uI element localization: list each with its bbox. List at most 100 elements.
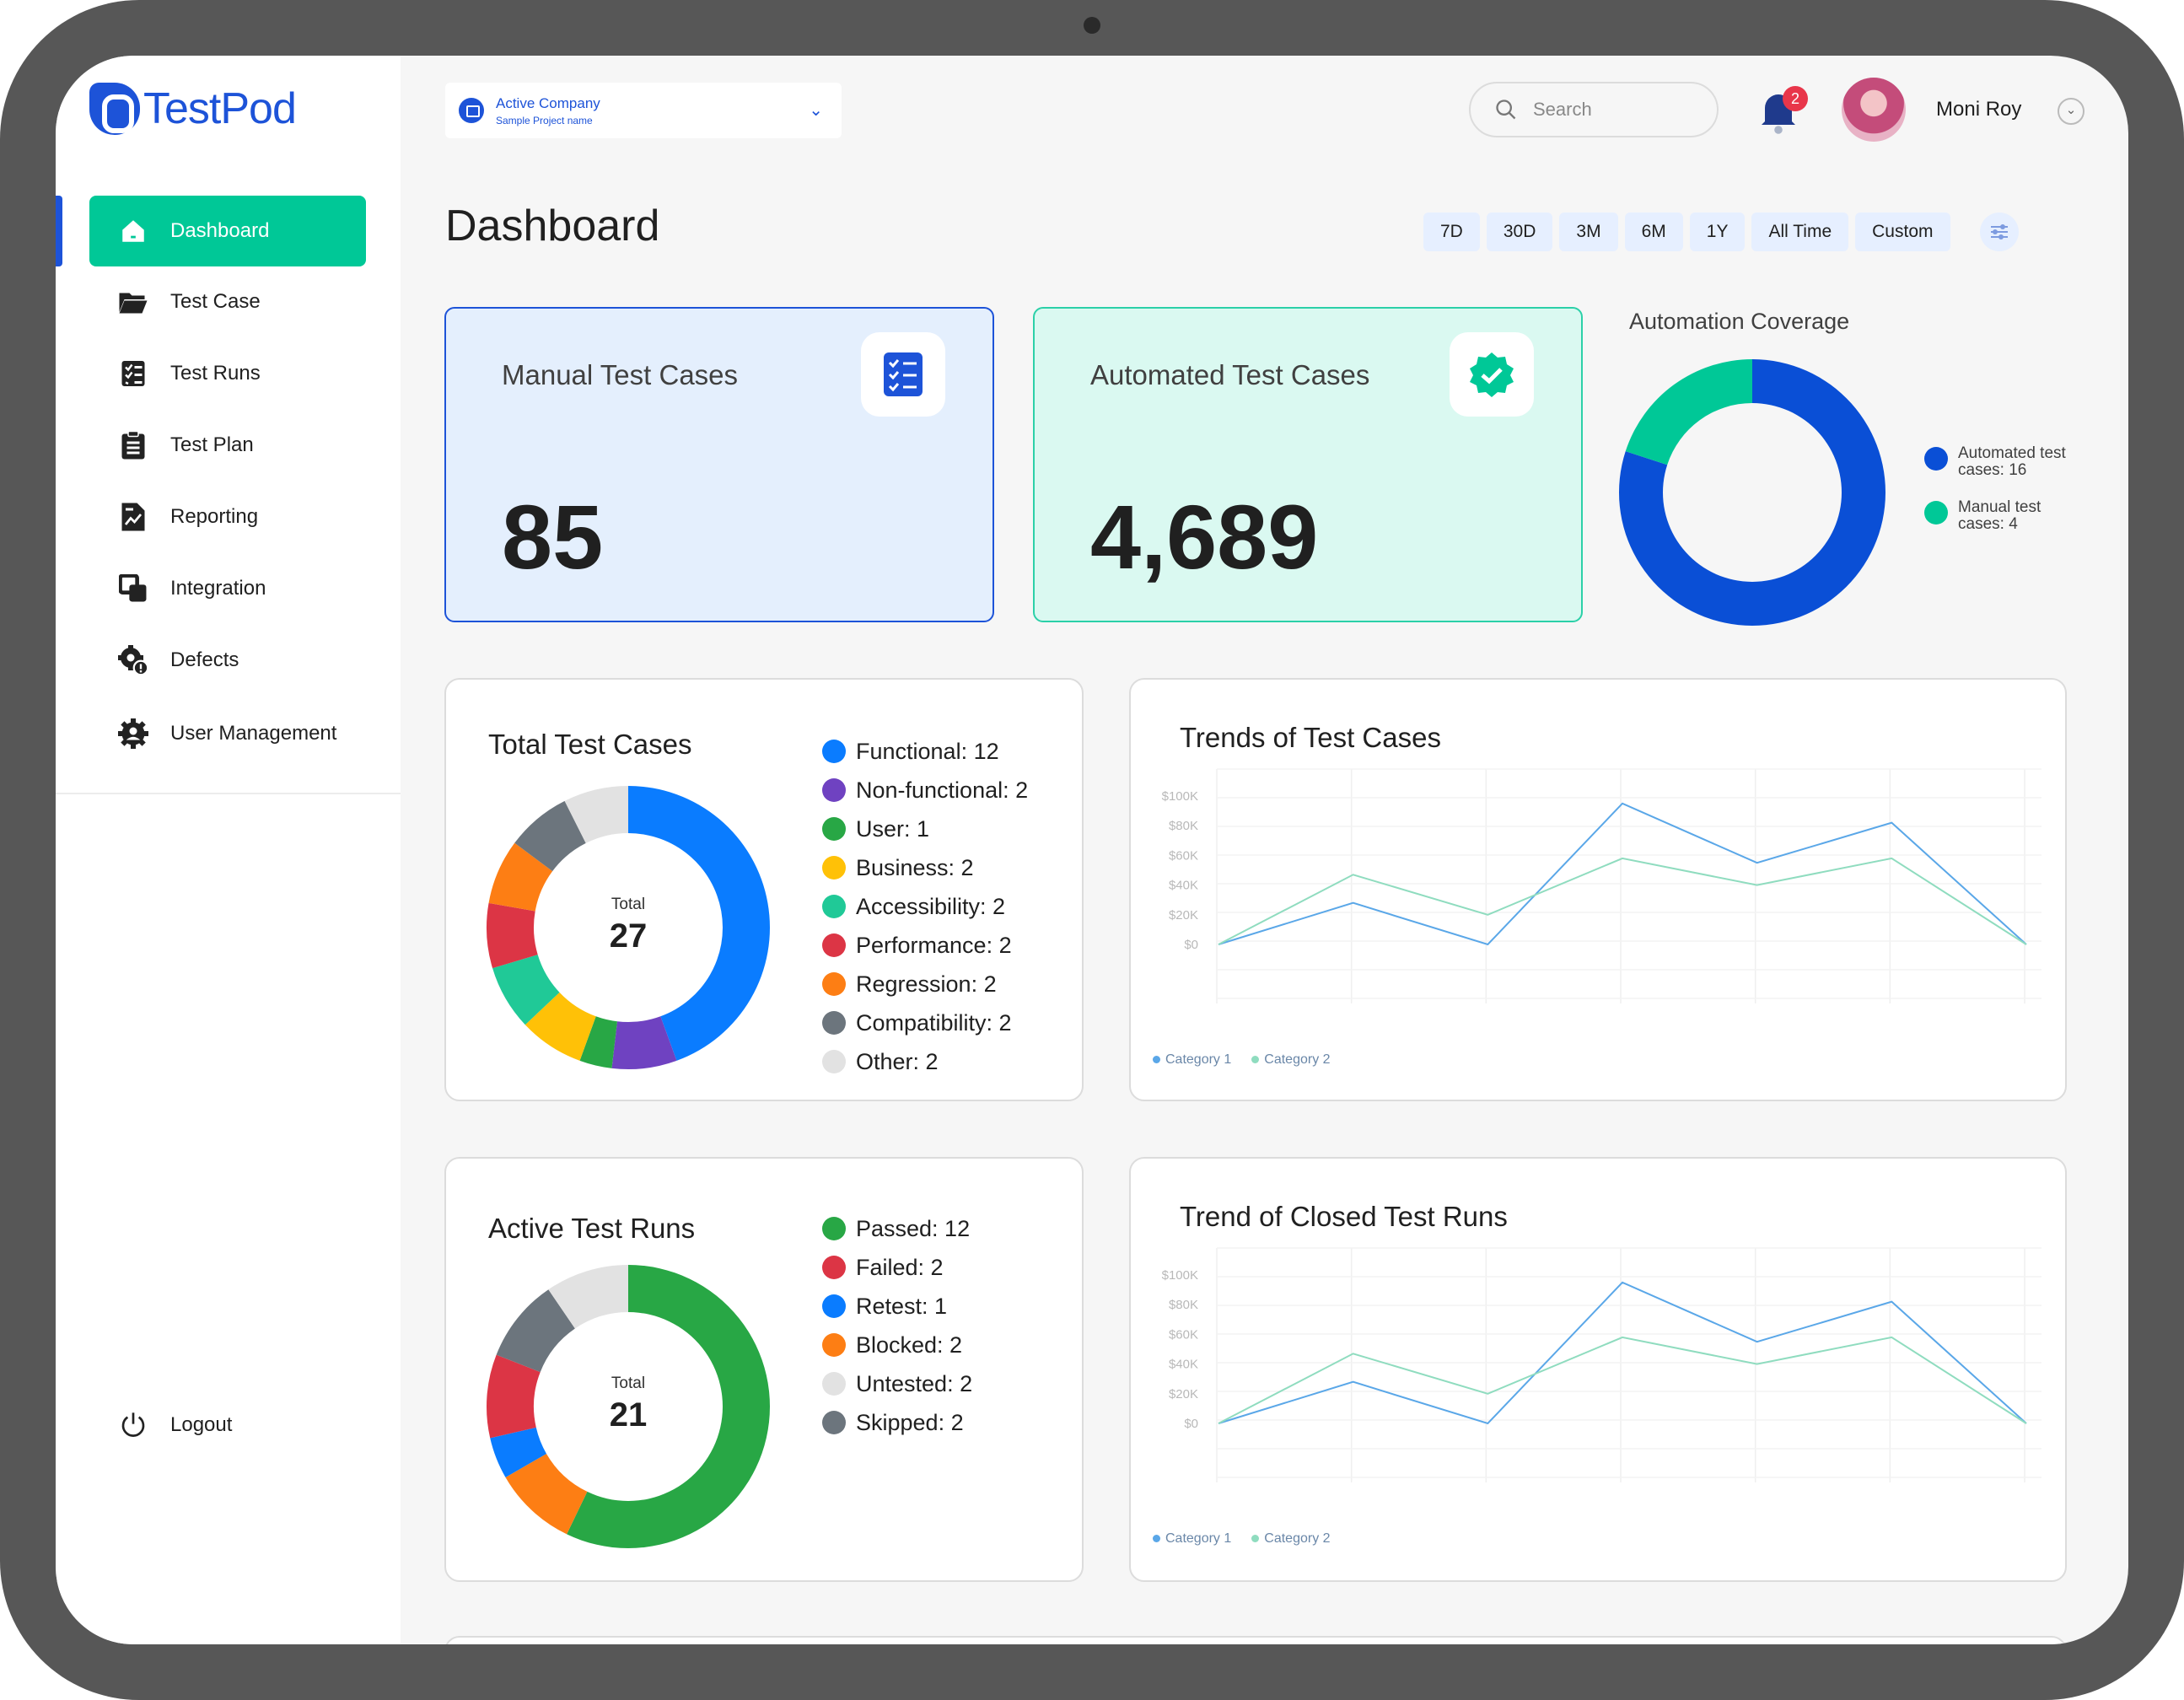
sidebar-item-label: Test Plan: [170, 433, 254, 456]
legend-label: User: 1: [856, 815, 930, 842]
legend-dot: [822, 1256, 846, 1279]
sidebar-item-user-management[interactable]: User Management: [89, 698, 366, 769]
range-1y[interactable]: 1Y: [1689, 212, 1746, 251]
legend-dot: [822, 740, 846, 763]
defect-gear-icon: [118, 645, 148, 676]
range-all-time[interactable]: All Time: [1751, 212, 1849, 251]
folder-icon: [118, 287, 148, 317]
sidebar-item-dashboard[interactable]: Dashboard: [89, 196, 366, 266]
range-6m[interactable]: 6M: [1624, 212, 1683, 251]
legend-label: Retest: 1: [856, 1293, 948, 1319]
search-input[interactable]: Search: [1469, 82, 1719, 137]
user-menu-chevron-icon[interactable]: ⌄: [2058, 98, 2084, 125]
sidebar-item-test-runs[interactable]: Test Runs: [89, 338, 366, 409]
stat-label: Manual Test Cases: [502, 359, 739, 390]
page-title: Dashboard: [445, 202, 660, 250]
notification-badge: 2: [1783, 86, 1808, 111]
logo-text: TestPod: [143, 84, 297, 133]
manual-test-cases-card[interactable]: Manual Test Cases 85: [444, 307, 994, 622]
legend-label: Automated test cases: 16: [1958, 444, 2066, 479]
power-icon: [118, 1410, 148, 1440]
range-custom[interactable]: Custom: [1855, 212, 1950, 251]
camera-dot: [1084, 17, 1100, 34]
company-selector[interactable]: Active Company Sample Project name ⌄: [445, 83, 842, 138]
coverage-title: Automation Coverage: [1629, 309, 1850, 334]
y-tick-label: $20K: [1169, 1387, 1198, 1401]
sidebar-item-label: Test Case: [170, 290, 261, 313]
donut-center-value: 21: [609, 1396, 648, 1434]
sidebar-item-integration[interactable]: Integration: [89, 553, 366, 624]
legend-item: Business: 2: [822, 848, 1028, 887]
legend-item-category-2: Category 2: [1251, 1052, 1331, 1068]
line-chart-legend: Category 1 Category 2: [1153, 1531, 1331, 1547]
range-7d[interactable]: 7D: [1423, 212, 1480, 251]
y-tick-label: $80K: [1169, 1298, 1198, 1312]
legend-label: Other: 2: [856, 1048, 939, 1074]
trend-closed-test-runs-line-chart: $100K $80K $60K $40K $20K $0: [1162, 1247, 2041, 1482]
line-chart-legend: Category 1 Category 2: [1153, 1052, 1331, 1068]
legend-item: Functional: 12: [822, 732, 1028, 771]
y-tick-label: $40K: [1169, 879, 1198, 893]
sidebar-item-label: User Management: [170, 722, 337, 745]
legend-dot: [822, 972, 846, 996]
legend-label: Skipped: 2: [856, 1409, 964, 1435]
legend-dot: [1924, 501, 1948, 525]
avatar[interactable]: [1842, 78, 1906, 142]
legend-label: Category 1: [1165, 1531, 1232, 1546]
automated-test-cases-card[interactable]: Automated Test Cases 4,689: [1033, 307, 1583, 622]
card-title: Active Test Runs: [488, 1213, 696, 1244]
filter-button[interactable]: [1980, 212, 2019, 251]
sidebar-divider: [56, 793, 401, 794]
legend-dot: [822, 1372, 846, 1396]
legend-item-category-2: Category 2: [1251, 1531, 1331, 1547]
legend-item: Regression: 2: [822, 965, 1028, 1003]
legend-dot: [822, 1294, 846, 1318]
legend-item: Blocked: 2: [822, 1326, 972, 1364]
sidebar-item-label: Test Runs: [170, 362, 261, 385]
legend-dot: [822, 1333, 846, 1357]
total-test-cases-legend: Functional: 12 Non-functional: 2 User: 1 Bu…: [822, 732, 1028, 1081]
verified-badge-icon: [1450, 332, 1534, 417]
legend-label: Passed: 12: [856, 1215, 971, 1241]
legend-label: Blocked: 2: [856, 1331, 963, 1358]
legend-item: User: 1: [822, 810, 1028, 848]
stat-value: 4,689: [1090, 486, 1319, 588]
clipboard-icon: [118, 430, 148, 460]
coverage-legend-manual: Manual test cases: 4: [1924, 499, 2059, 533]
legend-label: Untested: 2: [856, 1370, 973, 1396]
search-icon: [1496, 100, 1516, 120]
sidebar-item-test-case[interactable]: Test Case: [89, 266, 366, 337]
sidebar-item-test-plan[interactable]: Test Plan: [89, 410, 366, 481]
legend-label: Compatibility: 2: [856, 1009, 1012, 1036]
user-gear-icon: [118, 718, 148, 749]
legend-dot: [822, 817, 846, 841]
legend-label: Functional: 12: [856, 738, 999, 764]
logout-button[interactable]: Logout: [89, 1390, 366, 1461]
stat-value: 85: [502, 486, 604, 588]
donut-center-label: Total: [611, 1375, 646, 1392]
range-3m[interactable]: 3M: [1559, 212, 1618, 251]
legend-item: Retest: 1: [822, 1287, 972, 1326]
legend-dot: [822, 1050, 846, 1073]
range-30d[interactable]: 30D: [1486, 212, 1553, 251]
legend-item: Performance: 2: [822, 926, 1028, 965]
checklist-icon: [861, 332, 945, 417]
donut-center-value: 27: [609, 917, 648, 955]
donut-center-label: Total: [611, 896, 646, 913]
y-tick-label: $60K: [1169, 848, 1198, 863]
legend-item: Failed: 2: [822, 1248, 972, 1287]
sidebar-item-label: Integration: [170, 577, 266, 600]
sidebar-item-defects[interactable]: Defects: [89, 625, 366, 696]
integration-icon: [118, 573, 148, 604]
checklist-icon: [118, 358, 148, 389]
legend-label: Category 1: [1165, 1052, 1232, 1067]
coverage-legend-automated: Automated test cases: 16: [1924, 445, 2076, 479]
series-line-2: [1218, 1336, 2027, 1424]
card-title: Total Test Cases: [488, 729, 692, 760]
logo[interactable]: TestPod: [89, 83, 297, 135]
chevron-down-icon: ⌄: [809, 101, 823, 120]
legend-dot: [822, 1411, 846, 1434]
sidebar-item-reporting[interactable]: Reporting: [89, 481, 366, 552]
coverage-donut-chart: [1619, 359, 1885, 626]
legend-dot: [822, 1217, 846, 1240]
